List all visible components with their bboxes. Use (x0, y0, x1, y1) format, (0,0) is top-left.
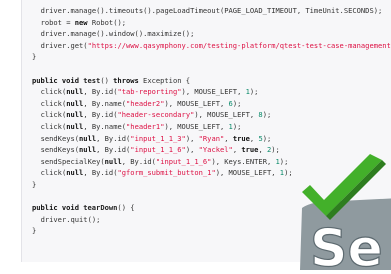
code-line: click(null, By.id("tab-reporting"), MOUS… (32, 86, 391, 98)
code-token: click( (40, 110, 67, 120)
code-line: sendKeys(null, By.id("input_1_1_3"), "Ry… (32, 133, 391, 145)
code-token: Exception { (138, 75, 191, 85)
code-token: click( (40, 98, 67, 108)
code-token: driver.quit(); (40, 214, 101, 224)
code-token: ); (271, 145, 280, 155)
code-token: public void (32, 75, 84, 85)
code-token: click( (40, 121, 67, 131)
code-token: driver.manage().timeouts().pageLoadTimeo… (40, 6, 383, 15)
code-token: } (32, 179, 37, 189)
code-token: "input_1_1_6" (155, 156, 212, 166)
code-token: ), (185, 133, 199, 143)
code-token: ), MOUSE_LEFT, (164, 98, 229, 108)
code-token: true (241, 145, 259, 155)
code-token: "header1" (126, 121, 165, 131)
code-token: ), MOUSE_LEFT, (215, 168, 280, 178)
code-token: throws (113, 75, 139, 85)
code-token: ), Keys.ENTER, (211, 156, 276, 166)
code-token: } (32, 226, 37, 236)
code-token: , By.id( (83, 168, 118, 178)
code-line: click(null, By.id("header-secondary"), M… (32, 109, 391, 121)
code-token: click( (40, 87, 67, 97)
logo-text: Se (310, 219, 383, 270)
selenium-logo-icon: Se (300, 154, 391, 274)
code-token: null (66, 98, 84, 108)
code-token: ), MOUSE_LEFT, (194, 110, 259, 120)
code-token: robot = (40, 17, 75, 27)
code-token: null (66, 168, 84, 178)
code-token: Robot(); (87, 17, 127, 27)
code-token: click( (40, 168, 67, 178)
code-token: () (100, 75, 114, 85)
code-token: ); (232, 121, 242, 131)
code-token: "tab-reporting" (117, 87, 182, 97)
code-token: "header-secondary" (117, 110, 195, 120)
code-token: "input_1_1_6" (130, 145, 186, 155)
selenium-logo: Se (300, 150, 391, 274)
code-token: , (224, 133, 233, 143)
code-token: ); (284, 168, 293, 178)
code-token: , By.name( (83, 121, 127, 131)
code-token: "input_1_1_3" (130, 133, 186, 143)
code-line: } (32, 51, 391, 63)
code-token: , By.id( (121, 156, 156, 166)
code-token: null (66, 87, 84, 97)
code-token: , By.id( (96, 133, 131, 143)
code-token: "gform_submit_button_1" (117, 168, 216, 178)
code-token: () { (117, 203, 135, 213)
code-token: ); (262, 110, 272, 120)
code-token: ), MOUSE_LEFT, (164, 121, 229, 131)
code-line: robot = new Robot(); (32, 17, 391, 29)
code-token: sendKeys( (40, 145, 80, 155)
code-token: driver.manage().window().maximize(); (40, 29, 195, 39)
code-token: null (79, 145, 97, 155)
code-token: "Ryan" (198, 133, 225, 143)
code-token: , By.name( (83, 98, 127, 108)
code-line: driver.manage().window().maximize(); (32, 28, 391, 40)
code-token: "Yackel" (198, 145, 233, 155)
code-token: null (79, 133, 97, 143)
code-line: click(null, By.name("header2"), MOUSE_LE… (32, 98, 391, 110)
code-token: null (104, 156, 122, 166)
code-token: "https://www.qasymphony.com/testing-plat… (87, 40, 391, 50)
code-line: click(null, By.name("header1"), MOUSE_LE… (32, 121, 391, 133)
code-token: sendKeys( (40, 133, 80, 143)
code-token: tearDown (83, 203, 118, 213)
code-token: true (232, 133, 250, 143)
code-line: driver.get("https://www.qasymphony.com/t… (32, 40, 391, 52)
code-token: , By.id( (96, 145, 131, 155)
code-token: , By.id( (83, 110, 118, 120)
code-token: ), MOUSE_LEFT, (181, 87, 246, 97)
code-token: } (32, 52, 37, 62)
code-token: , (258, 145, 267, 155)
code-line: driver.manage().timeouts().pageLoadTimeo… (32, 5, 391, 17)
code-token: null (66, 121, 84, 131)
code-token: driver.get( (40, 40, 88, 50)
code-line: public void test() throws Exception { (32, 75, 391, 87)
code-token: test (83, 75, 101, 85)
code-token: ); (232, 98, 242, 108)
code-token: "header2" (126, 98, 165, 108)
code-token: new (74, 17, 88, 27)
code-token: ); (279, 156, 289, 166)
code-token: , By.id( (83, 87, 118, 97)
code-token: ); (262, 133, 272, 143)
code-token: ); (249, 87, 259, 97)
code-token: ), (185, 145, 199, 155)
code-token: public void (32, 203, 84, 213)
code-token: sendSpecialKey( (40, 156, 105, 166)
code-token: null (66, 110, 84, 120)
